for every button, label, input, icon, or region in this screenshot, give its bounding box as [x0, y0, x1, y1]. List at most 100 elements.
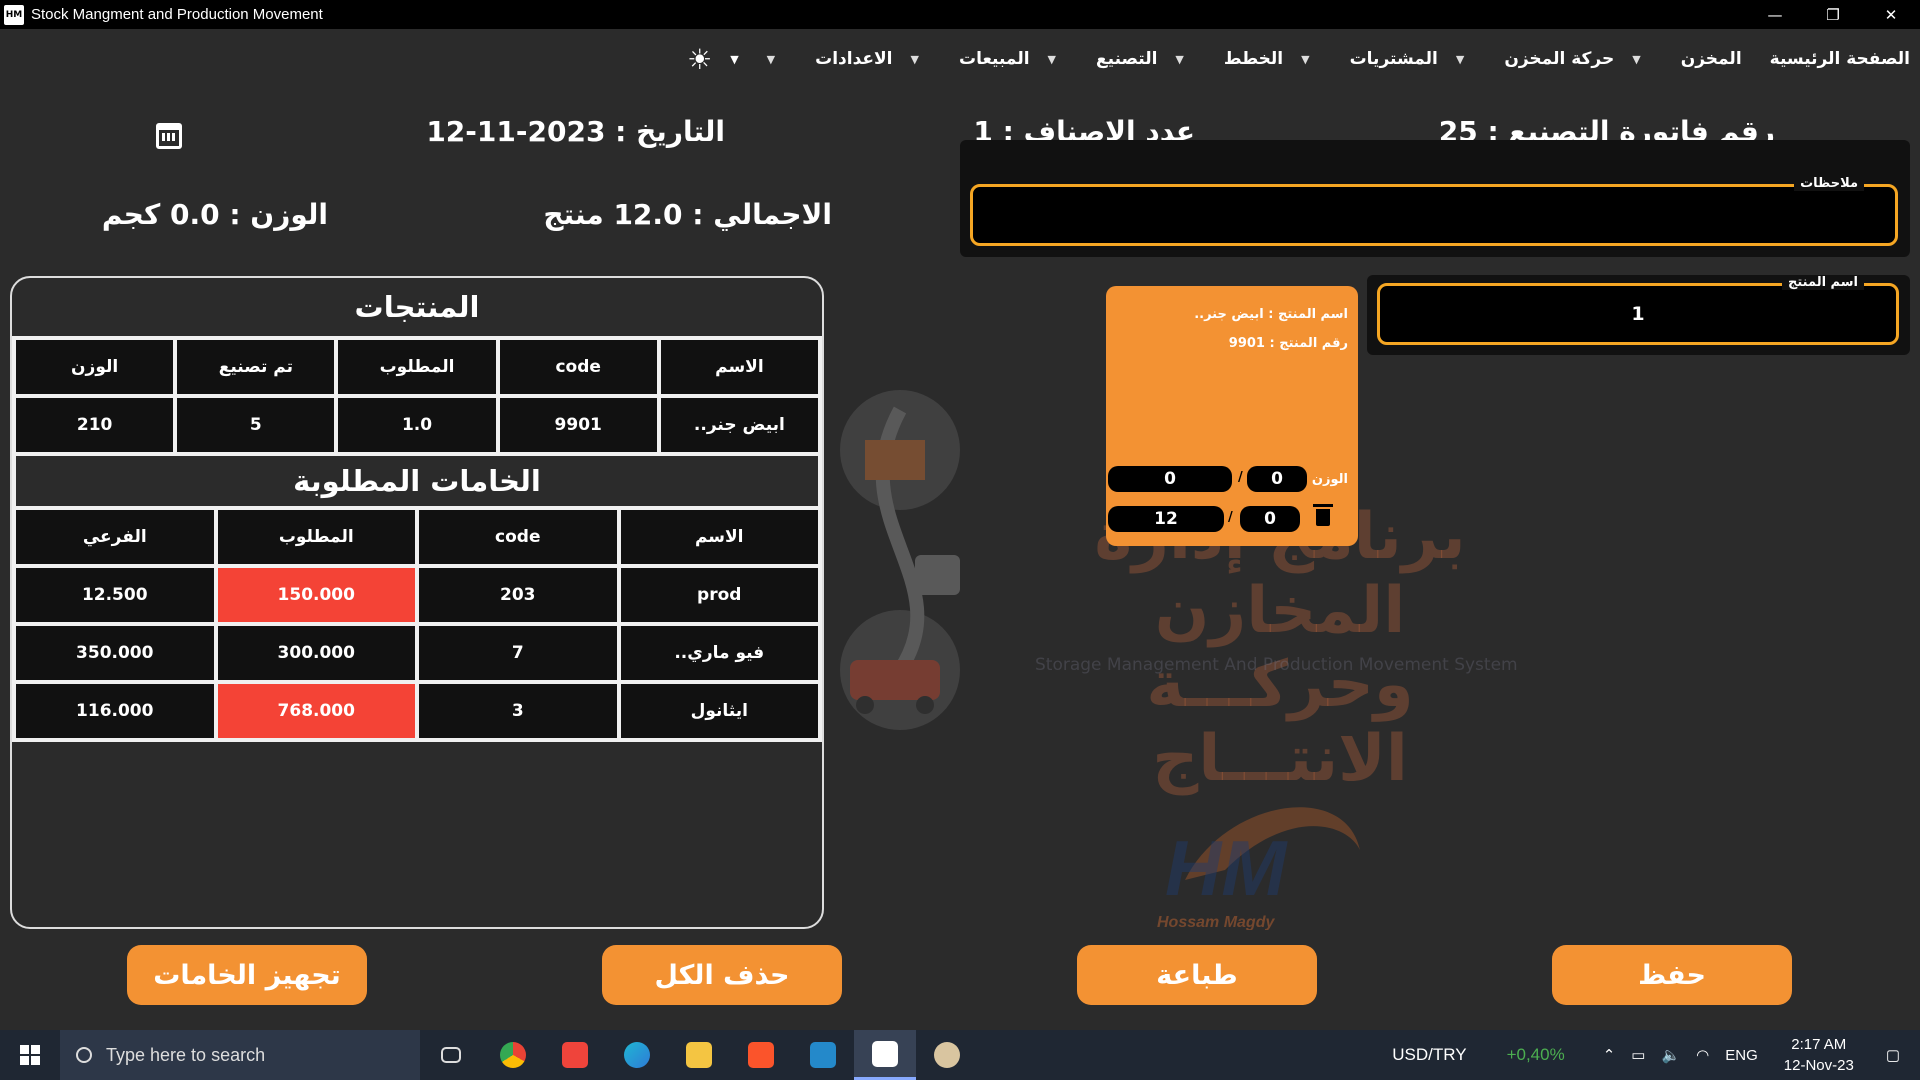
- table-cell: 350.000: [16, 626, 214, 680]
- product-name-input[interactable]: 1: [1377, 283, 1899, 345]
- materials-title: الخامات المطلوبة: [16, 456, 818, 506]
- materials-table: الاسم code المطلوب الفرعي prod 203 150.0…: [12, 506, 822, 742]
- column-header: الاسم: [660, 340, 818, 394]
- notes-input[interactable]: [970, 184, 1898, 246]
- wifi-icon[interactable]: ◠: [1696, 1046, 1709, 1064]
- hm-app-icon[interactable]: [854, 1030, 916, 1080]
- shortage-cell: 768.000: [217, 684, 415, 738]
- materials-header-row: الاسم code المطلوب الفرعي: [16, 510, 818, 564]
- notifications-icon[interactable]: ▢: [1886, 1046, 1900, 1064]
- table-cell: 9901: [499, 398, 657, 452]
- window-title: Stock Mangment and Production Movement: [31, 6, 323, 23]
- file-explorer-icon[interactable]: [668, 1030, 730, 1080]
- products-title: المنتجات: [354, 290, 480, 324]
- warehouse-illustration: [840, 390, 960, 730]
- column-header: الوزن: [16, 340, 174, 394]
- column-header: المطلوب: [217, 510, 415, 564]
- window-controls: — ❐ ✕: [1746, 0, 1920, 29]
- table-cell: ابيض جنر..: [660, 398, 818, 452]
- delete-all-button[interactable]: حذف الكل: [602, 945, 842, 1005]
- product-name-label: اسم المنتج: [1782, 275, 1864, 290]
- table-row[interactable]: prod 203 150.000 12.500: [16, 568, 818, 622]
- shortage-cell: 150.000: [217, 568, 415, 622]
- menu-purchases[interactable]: المشتريات ▼: [1301, 49, 1438, 69]
- menu-manufacturing[interactable]: التصنيع ▼: [1048, 49, 1158, 69]
- chrome-icon[interactable]: [482, 1030, 544, 1080]
- search-icon: [76, 1047, 92, 1063]
- column-header: الاسم: [620, 510, 818, 564]
- column-header: code: [499, 340, 657, 394]
- minimize-button[interactable]: —: [1746, 0, 1804, 29]
- main-menu: الصفحة الرئيسية المخزن ▼ حركة المخزن ▼ الم…: [0, 29, 1920, 89]
- menu-warehouse[interactable]: المخزن ▼: [1632, 49, 1741, 69]
- maximize-button[interactable]: ❐: [1804, 0, 1862, 29]
- edge-icon[interactable]: [606, 1030, 668, 1080]
- chevron-down-icon: ▼: [910, 52, 919, 66]
- product-card-info: اسم المنتج : ابيض جنر.. رقم المنتج : 990…: [1194, 300, 1348, 358]
- column-header: تم تصنيع: [177, 340, 335, 394]
- invoice-date: التاريخ : 2023-11-12: [426, 115, 725, 148]
- chevron-down-icon: ▼: [1301, 52, 1310, 66]
- table-cell: 5: [177, 398, 335, 452]
- start-button[interactable]: [0, 1030, 60, 1080]
- table-row[interactable]: ابيض جنر.. 9901 1.0 5 210: [16, 398, 818, 452]
- anydesk-icon[interactable]: [544, 1030, 606, 1080]
- window-titlebar: HM Stock Mangment and Production Movemen…: [0, 0, 1920, 29]
- chevron-down-icon: ▼: [766, 52, 776, 66]
- weight-input-a[interactable]: 0: [1247, 466, 1307, 492]
- close-button[interactable]: ✕: [1862, 0, 1920, 29]
- clock-time: 2:17 AM: [1791, 1036, 1847, 1053]
- qty-input-a[interactable]: 0: [1240, 506, 1300, 532]
- taskbar-search[interactable]: Type here to search: [60, 1030, 420, 1080]
- table-row[interactable]: فيو ماري.. 7 300.000 350.000: [16, 626, 818, 680]
- trash-icon[interactable]: [1313, 504, 1333, 526]
- menu-home[interactable]: الصفحة الرئيسية: [1770, 49, 1910, 69]
- hm-logo-author: Hossam Magdy: [1157, 914, 1275, 930]
- menu-home-label: الصفحة الرئيسية: [1769, 49, 1910, 69]
- table-cell: 12.500: [16, 568, 214, 622]
- weight-label: الوزن: [1311, 472, 1348, 487]
- materials-title-row: الخامات المطلوبة: [16, 456, 818, 506]
- chevron-down-icon: ▼: [1175, 52, 1184, 66]
- vscode-icon[interactable]: [792, 1030, 854, 1080]
- app-icon: HM: [4, 4, 24, 25]
- brave-icon[interactable]: [730, 1030, 792, 1080]
- table-row[interactable]: ايثانول 3 768.000 116.000: [16, 684, 818, 738]
- menu-settings-label: الاعدادات: [815, 49, 893, 69]
- theme-toggle[interactable]: ☀ ▼: [687, 43, 739, 76]
- table-cell: 3: [419, 684, 617, 738]
- menu-stock-movement[interactable]: حركة المخزن ▼: [1456, 49, 1614, 69]
- table-cell: prod: [620, 568, 818, 622]
- print-button[interactable]: طباعة: [1077, 945, 1317, 1005]
- menu-sales[interactable]: المبيعات ▼: [911, 49, 1030, 69]
- products-header-row: الاسم code المطلوب تم تصنيع الوزن: [16, 340, 818, 394]
- chevron-down-icon: ▼: [730, 52, 739, 66]
- watermark-subtitle: Storage Management And Production Moveme…: [1035, 655, 1518, 675]
- calendar-icon[interactable]: [156, 123, 182, 149]
- ticker-change: +0,40%: [1506, 1045, 1565, 1064]
- table-cell: ايثانول: [620, 684, 818, 738]
- chevron-up-icon[interactable]: ⌃: [1603, 1046, 1616, 1064]
- save-button[interactable]: حفظ: [1552, 945, 1792, 1005]
- ticker-label[interactable]: USD/TRY: [1392, 1045, 1466, 1065]
- hm-logo: HM Hossam Magdy: [1157, 807, 1360, 930]
- weight-input-b[interactable]: 0: [1108, 466, 1232, 492]
- prepare-materials-button[interactable]: تجهيز الخامات: [127, 945, 367, 1005]
- menu-plans[interactable]: الخطط ▼: [1175, 49, 1283, 69]
- chevron-down-icon: ▼: [1047, 52, 1057, 66]
- sun-icon: ☀: [687, 42, 713, 76]
- clock-date: 12-Nov-23: [1783, 1057, 1854, 1074]
- lang-indicator[interactable]: ENG: [1725, 1047, 1758, 1064]
- hm-logo-text: HM: [1165, 824, 1288, 912]
- product-card-code: رقم المنتج : 9901: [1228, 336, 1348, 351]
- weight-separator: /: [1238, 470, 1243, 485]
- qty-input-b[interactable]: 12: [1108, 506, 1224, 532]
- paint-icon[interactable]: [916, 1030, 978, 1080]
- volume-icon[interactable]: 🔈: [1661, 1046, 1680, 1064]
- table-cell: 300.000: [217, 626, 415, 680]
- battery-icon[interactable]: ▭: [1631, 1046, 1645, 1064]
- task-view-icon[interactable]: [420, 1030, 482, 1080]
- menu-settings[interactable]: الاعدادات ▼: [767, 49, 893, 69]
- clock[interactable]: 2:17 AM 12-Nov-23: [1784, 1034, 1854, 1076]
- total-weight: الوزن : 0.0 كجم: [101, 198, 328, 231]
